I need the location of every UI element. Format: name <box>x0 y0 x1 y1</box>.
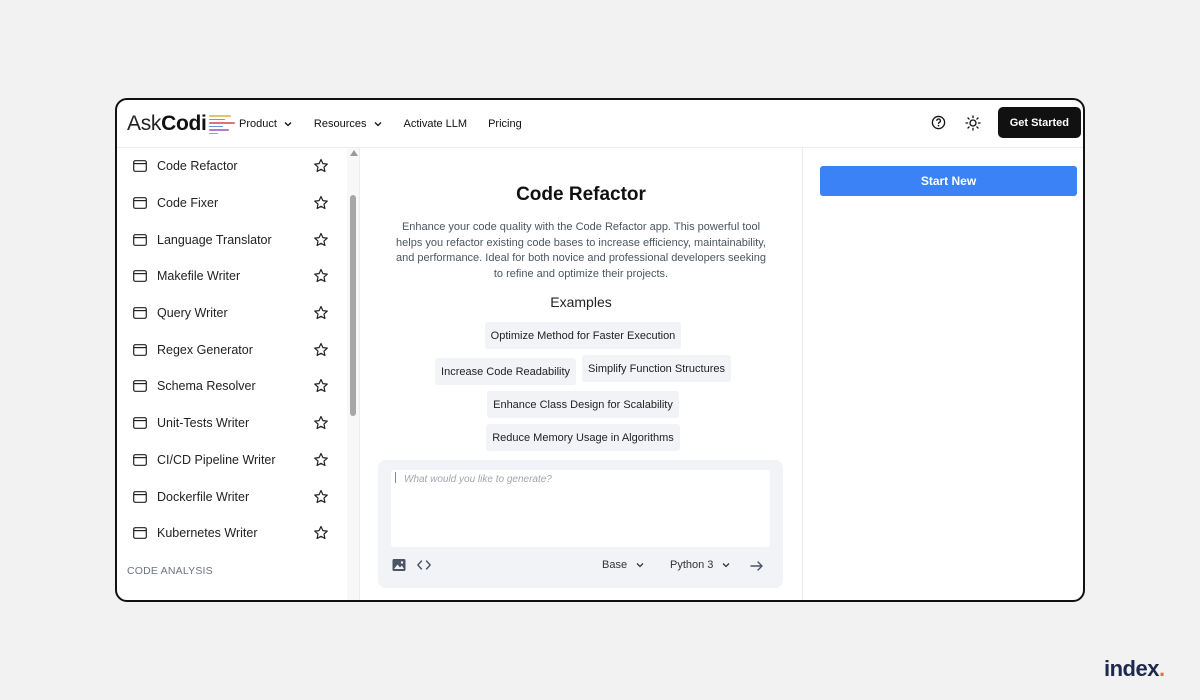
logo-codi-text: Codi <box>161 112 207 135</box>
window-icon <box>133 453 147 466</box>
example-chip[interactable]: Optimize Method for Faster Execution <box>484 322 682 349</box>
star-icon[interactable] <box>313 268 329 284</box>
nav-product[interactable]: Product <box>239 118 293 130</box>
app-description: Enhance your code quality with the Code … <box>396 221 766 280</box>
sidebar-item[interactable]: Makefile Writer <box>133 258 329 295</box>
prompt-composer: Base Python 3 <box>378 460 783 588</box>
scroll-up-arrow-icon[interactable] <box>350 150 358 156</box>
watermark-dot: . <box>1158 656 1165 681</box>
sidebar-item[interactable]: Language Translator <box>133 221 329 258</box>
sidebar-item[interactable]: Kubernetes Writer <box>133 515 329 552</box>
nav-pricing[interactable]: Pricing <box>488 118 522 130</box>
window-icon <box>133 490 147 503</box>
app-window: Ask Codi Product Resources Activate LLM … <box>115 98 1085 602</box>
language-select-value: Python 3 <box>670 559 714 571</box>
star-icon[interactable] <box>313 415 329 431</box>
sidebar-item-label: Query Writer <box>157 306 228 321</box>
star-icon[interactable] <box>313 158 329 174</box>
model-select[interactable]: Base <box>602 559 645 571</box>
example-chip[interactable]: Enhance Class Design for Scalability <box>487 391 679 418</box>
sidebar-item[interactable]: CI/CD Pipeline Writer <box>133 442 329 479</box>
section-label-code-analysis: CODE ANALYSIS <box>127 565 213 577</box>
star-icon[interactable] <box>313 452 329 468</box>
send-arrow-icon[interactable] <box>749 558 765 574</box>
sidebar-item-label: Code Fixer <box>157 196 219 211</box>
example-chip[interactable]: Simplify Function Structures <box>582 355 731 382</box>
sidebar-item-label: Language Translator <box>157 232 272 247</box>
sidebar-list: Code Refactor Code Fixer Language Translat… <box>133 148 329 552</box>
language-select[interactable]: Python 3 <box>670 559 731 571</box>
composer-tools <box>391 557 441 573</box>
header-actions: Get Started <box>930 107 1081 138</box>
window-icon <box>133 197 147 209</box>
index-watermark-logo: index. <box>1104 656 1165 682</box>
sidebar-item-label: Unit-Tests Writer <box>157 416 250 431</box>
code-icon[interactable] <box>416 557 432 573</box>
sidebar-item-label: Schema Resolver <box>157 379 256 394</box>
nav-activate-llm[interactable]: Activate LLM <box>404 118 468 130</box>
examples-list: Optimize Method for Faster Execution Inc… <box>413 322 753 451</box>
image-icon[interactable] <box>391 557 407 573</box>
window-icon <box>133 160 147 173</box>
sidebar-item[interactable]: Schema Resolver <box>133 368 329 405</box>
model-select-value: Base <box>602 559 628 571</box>
main-content: Code Refactor Enhance your code quality … <box>361 148 801 600</box>
star-icon[interactable] <box>313 232 329 248</box>
sidebar-item[interactable]: Unit-Tests Writer <box>133 405 329 442</box>
star-icon[interactable] <box>313 195 329 211</box>
sidebar-item-label: Regex Generator <box>157 342 253 357</box>
right-panel: Start New <box>802 148 1083 600</box>
prompt-input[interactable] <box>391 470 770 547</box>
watermark-text: index <box>1104 656 1159 681</box>
sidebar-item-label: Makefile Writer <box>157 269 241 284</box>
logo-ask-text: Ask <box>127 112 162 135</box>
sidebar-item[interactable]: Regex Generator <box>133 331 329 368</box>
examples-heading: Examples <box>550 294 612 310</box>
chevron-down-icon <box>636 563 644 568</box>
sidebar-item[interactable]: Dockerfile Writer <box>133 478 329 515</box>
sidebar-item-label: CI/CD Pipeline Writer <box>157 452 276 467</box>
chevron-down-icon <box>284 122 292 127</box>
example-chip[interactable]: Reduce Memory Usage in Algorithms <box>486 424 680 451</box>
window-icon <box>133 417 147 430</box>
askcodi-logo[interactable]: Ask Codi <box>127 112 235 136</box>
sidebar-item[interactable]: Query Writer <box>133 295 329 332</box>
main-nav: Product Resources Activate LLM Pricing <box>239 100 543 148</box>
star-icon[interactable] <box>313 378 329 394</box>
window-icon <box>133 527 147 540</box>
star-icon[interactable] <box>313 305 329 321</box>
chevron-down-icon <box>374 122 381 127</box>
start-new-button[interactable]: Start New <box>820 166 1077 196</box>
scrollbar-thumb[interactable] <box>350 195 356 416</box>
nav-product-label: Product <box>239 118 277 130</box>
page-title: Code Refactor <box>516 184 646 205</box>
star-icon[interactable] <box>313 489 329 505</box>
window-icon <box>133 380 147 393</box>
chevron-down-icon <box>722 563 730 568</box>
sidebar-item-partial[interactable] <box>133 595 329 600</box>
app-sidebar: Code Refactor Code Fixer Language Translat… <box>117 148 360 600</box>
logo-code-lines-icon <box>208 115 235 134</box>
sidebar-item-label: Kubernetes Writer <box>157 526 258 541</box>
nav-resources-label: Resources <box>313 118 367 130</box>
get-started-button[interactable]: Get Started <box>997 107 1081 138</box>
sidebar-item[interactable]: Code Fixer <box>133 185 329 222</box>
example-chip[interactable]: Increase Code Readability <box>435 358 577 385</box>
sidebar-item-label: Dockerfile Writer <box>157 489 250 504</box>
nav-activate-llm-label: Activate LLM <box>403 118 468 130</box>
star-icon[interactable] <box>313 525 329 541</box>
text-caret <box>395 472 396 483</box>
window-icon <box>133 270 147 283</box>
sidebar-item-label: Code Refactor <box>157 159 238 174</box>
top-header: Ask Codi Product Resources Activate LLM … <box>117 100 1083 148</box>
star-icon[interactable] <box>313 342 329 358</box>
window-icon <box>133 343 147 356</box>
window-icon <box>133 233 147 246</box>
nav-pricing-label: Pricing <box>488 118 522 130</box>
window-icon <box>133 307 147 319</box>
help-circle-icon[interactable] <box>930 114 948 132</box>
sun-icon[interactable] <box>964 114 982 132</box>
sidebar-item[interactable]: Code Refactor <box>133 148 329 185</box>
nav-resources[interactable]: Resources <box>314 118 383 130</box>
